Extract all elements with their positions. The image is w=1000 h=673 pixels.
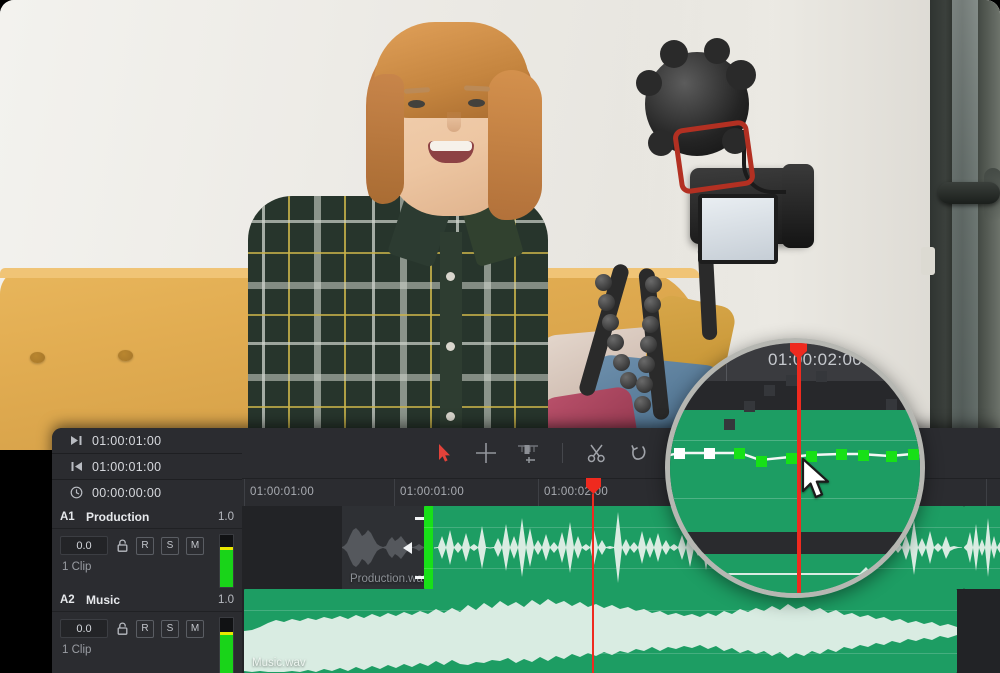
playhead[interactable] — [592, 494, 594, 673]
window-handle — [938, 182, 1000, 204]
timecode-row-out[interactable]: 01:00:01:00 — [52, 428, 242, 454]
nose — [447, 112, 461, 132]
camera-grip — [782, 164, 814, 248]
timecode-row-in[interactable]: 01:00:01:00 — [52, 454, 242, 480]
sofa-tuft — [30, 352, 45, 363]
solo-button[interactable]: S — [161, 537, 179, 555]
microphone-shockmount — [672, 119, 756, 195]
mute-button[interactable]: M — [186, 537, 204, 555]
level-meter — [219, 617, 234, 673]
magnifier-loupe: 01:00:02:00 — [665, 338, 925, 598]
ruler-label: 01:00:01:00 — [400, 486, 464, 498]
track-controls: 0.0 R S M — [52, 612, 242, 638]
audio-clip-music[interactable]: Music.wav — [244, 589, 957, 673]
timecode-column: 01:00:01:00 01:00:01:00 00:00:00:00 — [52, 428, 242, 506]
timecode-duration-value: 00:00:00:00 — [92, 486, 161, 500]
track-a2: A2 Music 1.0 0.0 R S M 1 Clip — [52, 589, 1000, 673]
solo-button[interactable]: S — [161, 620, 179, 638]
snap-curve-icon[interactable] — [627, 441, 651, 465]
record-arm-button[interactable]: R — [136, 620, 154, 638]
sofa-tuft — [118, 350, 133, 361]
timecode-out-value: 01:00:01:00 — [92, 434, 161, 448]
shirt-button — [446, 272, 455, 281]
mute-button[interactable]: M — [186, 620, 204, 638]
toolbar-divider — [562, 443, 563, 463]
track-name: Music — [86, 593, 218, 607]
record-arm-button[interactable]: R — [136, 537, 154, 555]
person-hair-side — [368, 74, 404, 204]
shirt-button — [446, 412, 455, 421]
track-name: Production — [86, 510, 218, 524]
gain-field[interactable]: 0.0 — [60, 619, 108, 638]
track-controls: 0.0 R S M — [52, 529, 242, 555]
lock-icon[interactable] — [115, 621, 129, 637]
track-volume: 1.0 — [218, 511, 234, 523]
timecode-in-value: 01:00:01:00 — [92, 460, 161, 474]
level-meter — [219, 534, 234, 588]
selection-arrow-tool[interactable] — [432, 441, 456, 465]
screenshot-root: 01:00:01:00 01:00:01:00 00:00:00:00 — [0, 0, 1000, 673]
window-glass — [952, 0, 978, 450]
track-volume: 1.0 — [218, 594, 234, 606]
camera-screen — [698, 194, 778, 264]
trim-edit-tool[interactable] — [474, 441, 498, 465]
clip-count: 1 Clip — [52, 638, 242, 656]
track-id: A1 — [60, 511, 86, 523]
timecode-row-duration[interactable]: 00:00:00:00 — [52, 480, 242, 505]
track-id: A2 — [60, 594, 86, 606]
arrow-cursor-icon — [801, 458, 835, 502]
window-latch — [921, 247, 935, 275]
audio-clip-production-tail[interactable] — [964, 506, 1000, 589]
edit-point-icon[interactable] — [516, 441, 540, 465]
eye — [468, 99, 485, 107]
track-lane-a2[interactable]: Music.wav — [242, 589, 1000, 673]
lock-icon[interactable] — [115, 538, 129, 554]
skip-to-end-icon — [70, 435, 92, 446]
person-hair-side — [488, 70, 542, 220]
clock-icon — [70, 486, 92, 499]
track-header-top: A1 Production 1.0 — [52, 506, 242, 529]
clip-count: 1 Clip — [52, 555, 242, 573]
eye — [408, 100, 425, 108]
shirt-button — [446, 342, 455, 351]
track-header-a1[interactable]: A1 Production 1.0 0.0 R S M 1 Clip — [52, 506, 242, 590]
scissors-icon[interactable] — [585, 441, 609, 465]
gain-field[interactable]: 0.0 — [60, 536, 108, 555]
track-header-top: A2 Music 1.0 — [52, 589, 242, 612]
clip-name: Music.wav — [252, 657, 306, 669]
track-header-a2[interactable]: A2 Music 1.0 0.0 R S M 1 Clip — [52, 589, 242, 673]
ruler-label: 01:00:01:00 — [250, 486, 314, 498]
skip-to-start-icon — [70, 461, 92, 472]
